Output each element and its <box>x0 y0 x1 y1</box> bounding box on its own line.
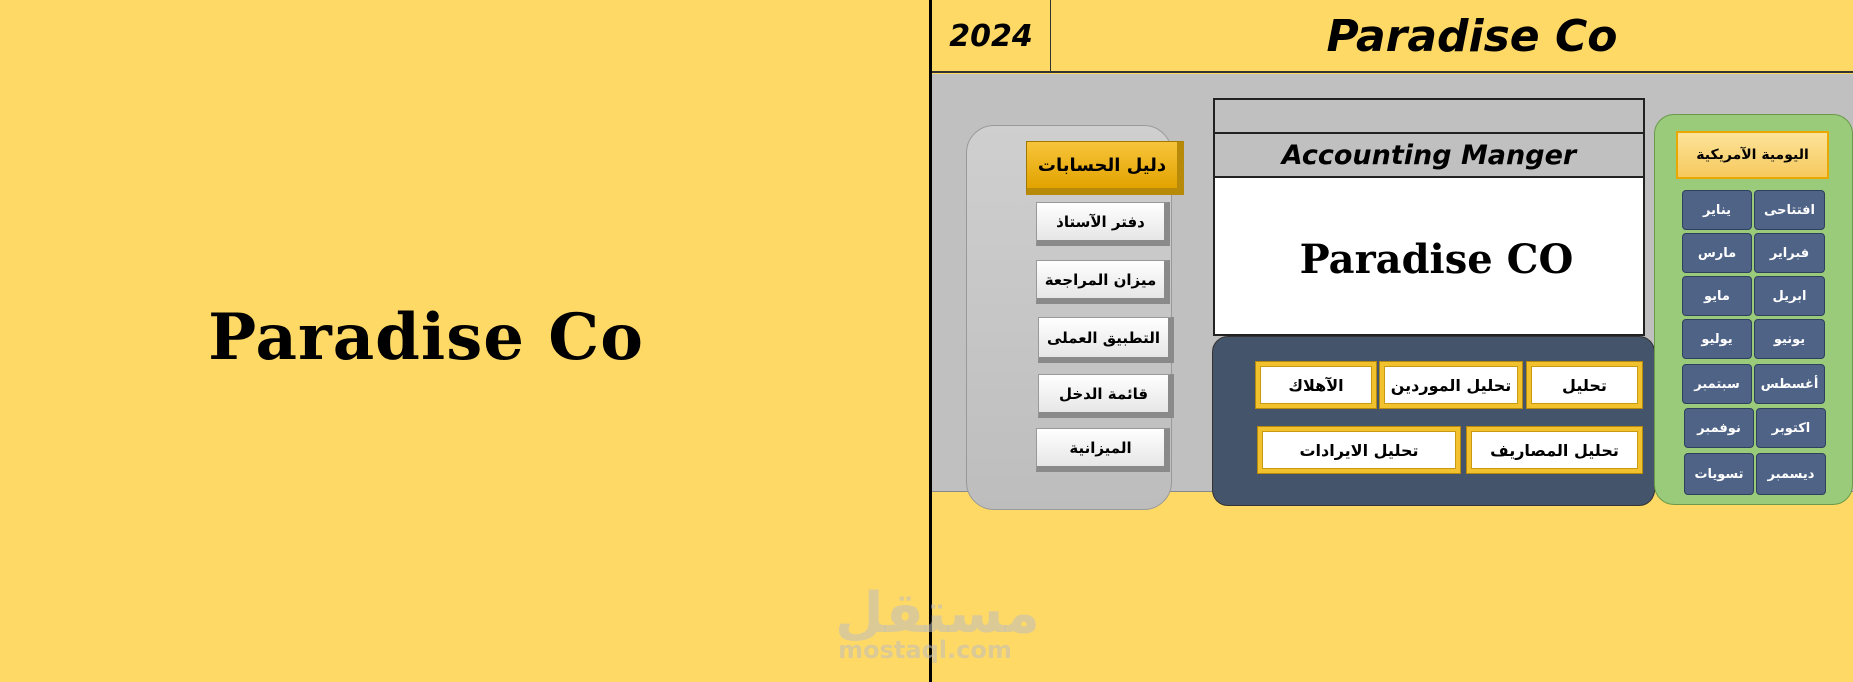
analysis-button[interactable]: تحليل <box>1527 362 1642 408</box>
month-button-january[interactable]: يناير <box>1682 190 1752 230</box>
watermark-url: mostaql.com <box>838 636 1012 664</box>
income-statement-button[interactable]: قائمة الدخل <box>1038 374 1174 418</box>
month-button-august[interactable]: أغسطس <box>1754 364 1825 404</box>
month-button-july[interactable]: يوليو <box>1682 319 1752 359</box>
month-button-adjustments[interactable]: تسويات <box>1684 453 1754 495</box>
month-button-opening[interactable]: افتتاحى <box>1754 190 1825 230</box>
trial-balance-button[interactable]: ميزان المراجعة <box>1036 260 1170 304</box>
american-journal-button[interactable]: اليومية الآمريكية <box>1676 131 1829 179</box>
month-button-september[interactable]: سبتمبر <box>1682 364 1752 404</box>
revenue-analysis-button[interactable]: تحليل الايرادات <box>1258 427 1460 473</box>
expense-analysis-button[interactable]: تحليل المصاريف <box>1467 427 1642 473</box>
balance-sheet-button[interactable]: الميزانية <box>1036 428 1170 472</box>
month-button-february[interactable]: فبراير <box>1754 233 1825 273</box>
month-button-november[interactable]: نوفمبر <box>1684 408 1754 448</box>
chart-of-accounts-button[interactable]: دليل الحسابات <box>1026 141 1184 195</box>
depreciation-button[interactable]: الآهلاك <box>1256 362 1376 408</box>
month-button-march[interactable]: مارس <box>1682 233 1752 273</box>
month-button-october[interactable]: اكتوبر <box>1756 408 1826 448</box>
month-button-april[interactable]: ابريل <box>1754 276 1825 316</box>
month-button-june[interactable]: يونيو <box>1754 319 1825 359</box>
practical-application-button[interactable]: التطبيق العملى <box>1038 317 1174 363</box>
header-title: Paradise Co <box>1326 11 1618 62</box>
watermark-logo: مستقل <box>835 581 1040 646</box>
supplier-analysis-button[interactable]: تحليل الموردين <box>1380 362 1522 408</box>
year-label: 2024 <box>932 0 1051 73</box>
general-ledger-button[interactable]: دفتر الآستاذ <box>1036 202 1170 246</box>
month-button-may[interactable]: مايو <box>1682 276 1752 316</box>
center-top-bar <box>1213 98 1645 134</box>
month-button-december[interactable]: ديسمبر <box>1756 453 1826 495</box>
company-logo-text: Paradise CO <box>1299 236 1574 283</box>
app-subtitle: Accounting Manger <box>1213 134 1645 178</box>
left-panel-title: Paradise Co <box>208 300 644 375</box>
